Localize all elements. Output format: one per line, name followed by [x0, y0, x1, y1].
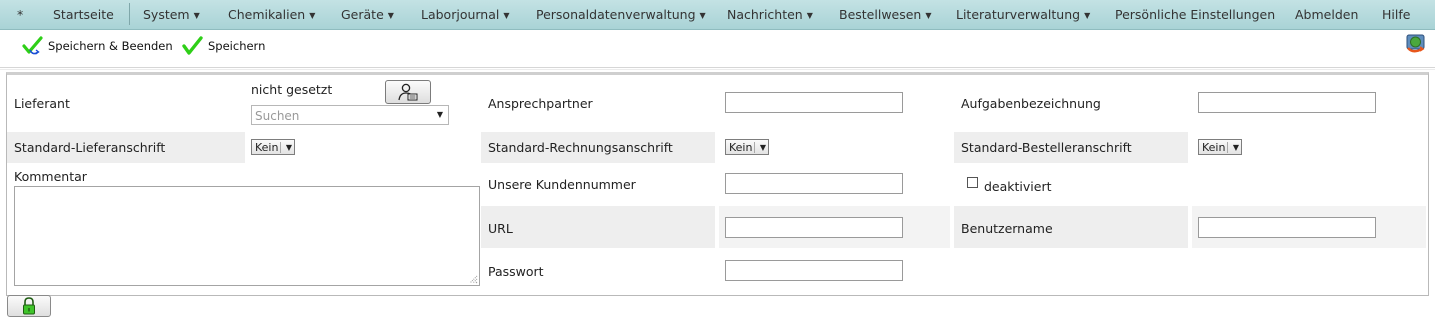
- deaktiviert-checkbox[interactable]: [967, 177, 978, 188]
- kommentar-textarea[interactable]: [14, 186, 480, 286]
- menu-item-startseite[interactable]: Startseite: [53, 0, 114, 29]
- chevron-down-icon: ▼: [925, 11, 932, 20]
- save-button[interactable]: Speichern: [182, 34, 265, 58]
- menu-favorites-star[interactable]: *: [17, 0, 23, 29]
- chevron-down-icon: ▼: [436, 110, 443, 119]
- menu-item-bestellwesen[interactable]: Bestellwesen ▼: [839, 0, 932, 29]
- aufgabenbezeichnung-input[interactable]: [1198, 92, 1376, 113]
- select-value: Kein: [729, 141, 753, 154]
- menu-item-literaturverwaltung[interactable]: Literaturverwaltung ▼: [956, 0, 1090, 29]
- search-placeholder: Suchen: [255, 109, 300, 123]
- menu-label: Persönliche Einstellungen: [1115, 7, 1276, 22]
- menu-label: Hilfe: [1382, 7, 1411, 22]
- standard-lieferanschrift-select[interactable]: Kein ▼: [251, 139, 295, 155]
- kundennummer-label: Unsere Kundennummer: [488, 177, 636, 192]
- menu-label: Geräte: [341, 7, 384, 22]
- standard-rechnungsanschrift-label: Standard-Rechnungsanschrift: [488, 140, 673, 155]
- menu-label: Laborjournal: [421, 7, 500, 22]
- chevron-down-icon: ▼: [759, 143, 766, 152]
- chevron-down-icon: ▼: [193, 11, 200, 20]
- menu-item-personaldatenverwaltung[interactable]: Personaldatenverwaltung ▼: [536, 0, 706, 29]
- standard-lieferanschrift-label: Standard-Lieferanschrift: [14, 140, 166, 155]
- lock-icon: [23, 297, 35, 315]
- chevron-down-icon: ▼: [1084, 11, 1091, 20]
- menu-item-system[interactable]: System ▼: [143, 0, 200, 29]
- check-arrow-icon: [22, 36, 43, 55]
- lieferant-label: Lieferant: [14, 96, 70, 111]
- select-divider: [1227, 142, 1228, 153]
- menu-item-laborjournal[interactable]: Laborjournal ▼: [421, 0, 510, 29]
- chevron-down-icon: ▼: [285, 143, 292, 152]
- menu-item-hilfe[interactable]: Hilfe: [1382, 0, 1410, 29]
- menu-label: Abmelden: [1295, 7, 1359, 22]
- menu-item-geraete[interactable]: Geräte ▼: [341, 0, 394, 29]
- aufgabenbezeichnung-label: Aufgabenbezeichnung: [961, 96, 1101, 111]
- save-and-close-label: Speichern & Beenden: [48, 39, 173, 53]
- passwort-input[interactable]: [725, 260, 903, 281]
- menu-label: Literaturverwaltung: [956, 7, 1081, 22]
- select-divider: [280, 142, 281, 153]
- resize-grip-icon[interactable]: [468, 274, 478, 284]
- benutzername-input[interactable]: [1198, 217, 1376, 238]
- toolbar-divider: [0, 67, 1435, 68]
- chevron-down-icon: ▼: [309, 11, 316, 20]
- kommentar-label: Kommentar: [14, 169, 87, 184]
- menu-item-chemikalien[interactable]: Chemikalien ▼: [228, 0, 315, 29]
- check-icon: [182, 36, 203, 55]
- url-input[interactable]: [725, 217, 903, 238]
- lock-button[interactable]: [7, 295, 51, 317]
- network-refresh-icon[interactable]: [1404, 32, 1428, 54]
- menu-label: System: [143, 7, 190, 22]
- toolbar-divider-shadow: [0, 69, 1435, 70]
- menu-item-abmelden[interactable]: Abmelden: [1295, 0, 1358, 29]
- select-value: Kein: [1202, 141, 1226, 154]
- ansprechpartner-input[interactable]: [725, 92, 903, 113]
- menu-separator: [129, 3, 130, 25]
- save-and-close-button[interactable]: Speichern & Beenden: [22, 34, 173, 58]
- toolbar: Speichern & Beenden Speichern: [0, 30, 1435, 68]
- select-divider: [754, 142, 755, 153]
- kundennummer-input[interactable]: [725, 173, 903, 194]
- standard-bestelleranschrift-label: Standard-Bestelleranschrift: [961, 140, 1132, 155]
- standard-rechnungsanschrift-select[interactable]: Kein ▼: [725, 139, 769, 155]
- chevron-down-icon: ▼: [699, 11, 706, 20]
- menu-label: Personaldatenverwaltung: [536, 7, 696, 22]
- select-supplier-button[interactable]: [385, 80, 431, 104]
- supplier-search-select[interactable]: Suchen ▼: [251, 105, 449, 125]
- select-value: Kein: [255, 141, 279, 154]
- chevron-down-icon: ▼: [806, 11, 813, 20]
- menu-label: Nachrichten: [727, 7, 803, 22]
- menu-item-persoenliche-einstellungen[interactable]: Persönliche Einstellungen: [1115, 0, 1275, 29]
- menu-item-nachrichten[interactable]: Nachrichten ▼: [727, 0, 813, 29]
- chevron-down-icon: ▼: [503, 11, 510, 20]
- lieferant-value: nicht gesetzt: [251, 82, 333, 97]
- menu-label: Bestellwesen: [839, 7, 922, 22]
- chevron-down-icon: ▼: [1232, 143, 1239, 152]
- row-background: [481, 206, 715, 248]
- main-menu-bar: * Startseite System ▼ Chemikalien ▼ Geräte…: [0, 0, 1435, 30]
- menu-label: Chemikalien: [228, 7, 306, 22]
- menu-label: Startseite: [53, 7, 114, 22]
- benutzername-label: Benutzername: [961, 221, 1053, 236]
- passwort-label: Passwort: [488, 264, 544, 279]
- chevron-down-icon: ▼: [387, 11, 394, 20]
- deaktiviert-label: deaktiviert: [984, 179, 1052, 194]
- ansprechpartner-label: Ansprechpartner: [488, 96, 593, 111]
- save-label: Speichern: [208, 39, 266, 53]
- person-card-icon: [398, 83, 418, 101]
- standard-bestelleranschrift-select[interactable]: Kein ▼: [1198, 139, 1242, 155]
- url-label: URL: [488, 221, 513, 236]
